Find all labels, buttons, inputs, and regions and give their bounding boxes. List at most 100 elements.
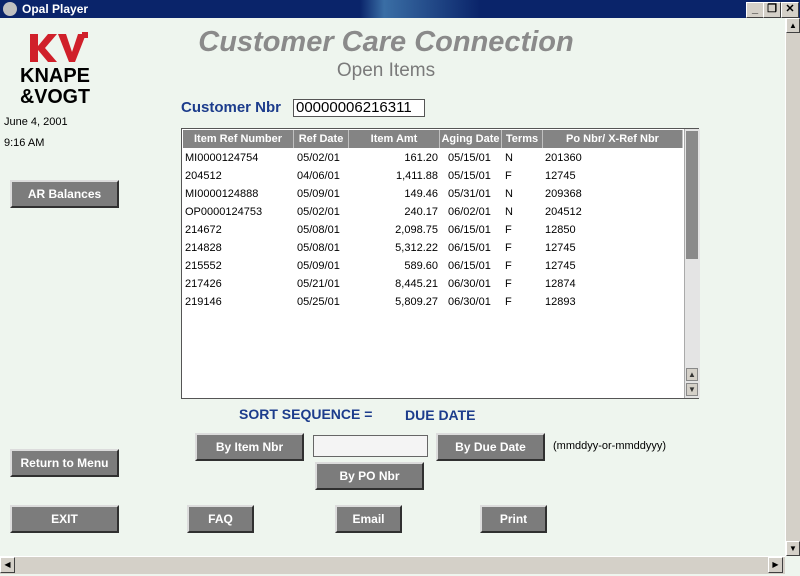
aging-date-cell: 06/02/01: [448, 206, 491, 218]
item-ref-cell: 215552: [185, 260, 222, 272]
ref-date-cell: 05/08/01: [297, 224, 340, 236]
column-header-aging-date[interactable]: Aging Date: [440, 130, 502, 148]
item-amt-cell: 589.60: [404, 260, 438, 272]
terms-cell: F: [505, 278, 512, 290]
table-vertical-scrollbar[interactable]: ▲ ▼: [684, 129, 700, 398]
current-time: 9:16 AM: [4, 137, 45, 149]
item-amt-cell: 5,312.22: [395, 242, 438, 254]
terms-cell: F: [505, 260, 512, 272]
window-scroll-left-icon[interactable]: ◀: [0, 557, 15, 573]
page-subtitle: Open Items: [336, 60, 436, 81]
restore-button[interactable]: ❐: [763, 2, 781, 18]
return-to-menu-button[interactable]: Return to Menu: [10, 449, 119, 477]
column-header-item-amt[interactable]: Item Amt: [349, 130, 440, 148]
ref-date-cell: 05/25/01: [297, 296, 340, 308]
aging-date-cell: 06/15/01: [448, 224, 491, 236]
item-amt-cell: 149.46: [404, 188, 438, 200]
window-scroll-down-icon[interactable]: ▼: [786, 541, 800, 556]
terms-cell: F: [505, 170, 512, 182]
current-date: June 4, 2001: [4, 116, 68, 128]
ref-date-cell: 05/09/01: [297, 260, 340, 272]
column-header-terms[interactable]: Terms: [502, 130, 543, 148]
faq-button[interactable]: FAQ: [187, 505, 254, 533]
aging-date-cell: 05/15/01: [448, 152, 491, 164]
ref-date-cell: 05/09/01: [297, 188, 340, 200]
by-item-nbr-button[interactable]: By Item Nbr: [195, 433, 304, 461]
window-title: Opal Player: [22, 2, 89, 16]
app-icon[interactable]: [3, 2, 17, 16]
print-button[interactable]: Print: [480, 505, 547, 533]
po-nbr-cell: 12745: [545, 170, 576, 182]
customer-number-label: Customer Nbr: [181, 99, 282, 116]
column-header-po-nbr[interactable]: Po Nbr/ X-Ref Nbr: [543, 130, 683, 148]
by-due-date-button[interactable]: By Due Date: [436, 433, 545, 461]
customer-number-field[interactable]: 00000006216311: [293, 99, 425, 117]
svg-text:KNAPE: KNAPE: [20, 65, 90, 87]
exit-button[interactable]: EXIT: [10, 505, 119, 533]
sort-search-input[interactable]: [313, 435, 428, 457]
terms-cell: F: [505, 296, 512, 308]
item-ref-cell: MI0000124888: [185, 188, 259, 200]
po-nbr-cell: 12850: [545, 224, 576, 236]
aging-date-cell: 05/31/01: [448, 188, 491, 200]
terms-cell: N: [505, 206, 513, 218]
window-vertical-scrollbar[interactable]: ▲ ▼: [785, 18, 800, 556]
ref-date-cell: 05/08/01: [297, 242, 340, 254]
ref-date-cell: 05/21/01: [297, 278, 340, 290]
item-ref-cell: OP0000124753: [185, 206, 263, 218]
kv-logo-icon: KNAPE &VOGT: [20, 32, 90, 108]
terms-cell: N: [505, 188, 513, 200]
po-nbr-cell: 209368: [545, 188, 582, 200]
email-button[interactable]: Email: [335, 505, 402, 533]
page-title: Customer Care Connection: [198, 26, 574, 58]
po-nbr-cell: 12893: [545, 296, 576, 308]
aging-date-cell: 06/15/01: [448, 242, 491, 254]
company-logo: KNAPE &VOGT: [20, 32, 92, 108]
item-ref-cell: 214828: [185, 242, 222, 254]
close-button[interactable]: ✕: [781, 2, 799, 18]
ref-date-cell: 05/02/01: [297, 152, 340, 164]
column-header-item-ref[interactable]: Item Ref Number: [183, 130, 294, 148]
window-scroll-up-icon[interactable]: ▲: [786, 18, 800, 33]
po-nbr-cell: 12874: [545, 278, 576, 290]
column-header-ref-date[interactable]: Ref Date: [294, 130, 349, 148]
terms-cell: F: [505, 242, 512, 254]
aging-date-cell: 06/30/01: [448, 296, 491, 308]
po-nbr-cell: 12745: [545, 242, 576, 254]
scroll-down-arrow-icon[interactable]: ▼: [686, 383, 698, 396]
item-amt-cell: 8,445.21: [395, 278, 438, 290]
by-po-nbr-button[interactable]: By PO Nbr: [315, 462, 424, 490]
item-amt-cell: 161.20: [404, 152, 438, 164]
item-ref-cell: 217426: [185, 278, 222, 290]
item-amt-cell: 240.17: [404, 206, 438, 218]
date-format-hint: (mmddyy-or-mmddyyy): [553, 440, 667, 452]
aging-date-cell: 06/30/01: [448, 278, 491, 290]
ref-date-cell: 04/06/01: [297, 170, 340, 182]
item-ref-cell: MI0000124754: [185, 152, 259, 164]
svg-text:&VOGT: &VOGT: [20, 86, 90, 106]
item-amt-cell: 2,098.75: [395, 224, 438, 236]
ref-date-cell: 05/02/01: [297, 206, 340, 218]
aging-date-cell: 05/15/01: [448, 170, 491, 182]
sort-sequence-value: DUE DATE: [405, 407, 476, 423]
item-ref-cell: 214672: [185, 224, 222, 236]
window-title-bar[interactable]: Opal Player _ ❐ ✕: [0, 0, 800, 18]
item-ref-cell: 219146: [185, 296, 222, 308]
scroll-up-arrow-icon[interactable]: ▲: [686, 368, 698, 381]
terms-cell: F: [505, 224, 512, 236]
open-items-table[interactable]: Item Ref Number Ref Date Item Amt Aging …: [181, 128, 700, 399]
item-amt-cell: 5,809.27: [395, 296, 438, 308]
aging-date-cell: 06/15/01: [448, 260, 491, 272]
ar-balances-button[interactable]: AR Balances: [10, 180, 119, 208]
window-horizontal-scrollbar[interactable]: ◀ ▶: [0, 556, 785, 574]
sort-sequence-label: SORT SEQUENCE =: [239, 406, 373, 422]
minimize-button[interactable]: _: [746, 2, 764, 18]
item-amt-cell: 1,411.88: [395, 170, 438, 182]
po-nbr-cell: 201360: [545, 152, 582, 164]
table-scroll-thumb[interactable]: [686, 131, 698, 259]
po-nbr-cell: 204512: [545, 206, 582, 218]
item-ref-cell: 204512: [185, 170, 222, 182]
window-scroll-right-icon[interactable]: ▶: [768, 557, 783, 573]
terms-cell: N: [505, 152, 513, 164]
po-nbr-cell: 12745: [545, 260, 576, 272]
